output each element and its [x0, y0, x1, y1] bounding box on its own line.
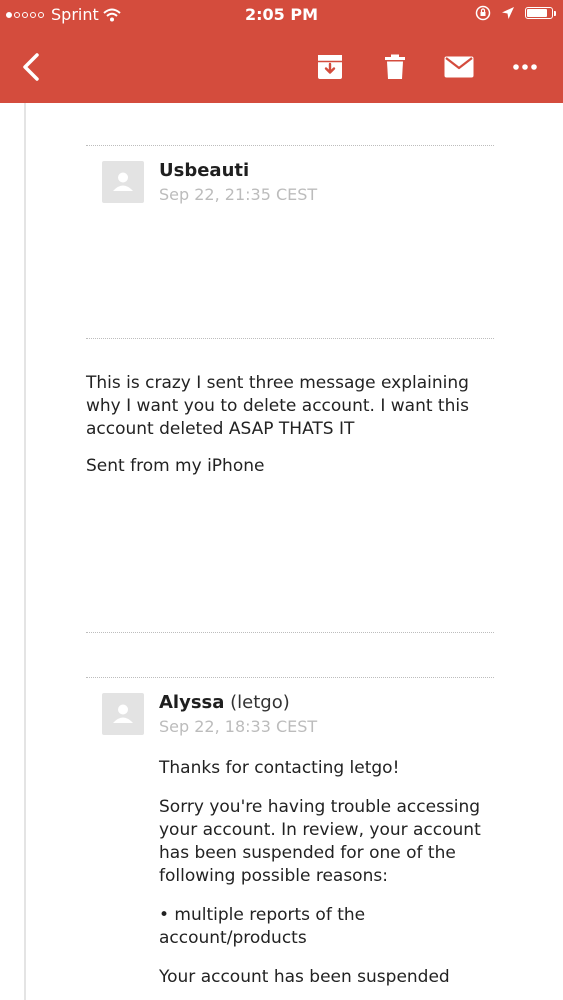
sender-name: Alyssa (letgo)	[159, 692, 290, 713]
message-date: Sep 22, 18:33 CEST	[159, 717, 318, 736]
sender-name-text: Alyssa	[159, 692, 225, 713]
body-paragraph: Thanks for contacting letgo!	[159, 758, 400, 778]
app-header: Sprint 2:05 PM	[0, 0, 563, 103]
body-paragraph: Sent from my iPhone	[86, 456, 265, 476]
rotation-lock-icon	[475, 5, 491, 21]
message-body: This is crazy I sent three message expla…	[86, 372, 496, 478]
mark-unread-button[interactable]	[441, 50, 477, 84]
sender-name-text: Usbeauti	[159, 160, 250, 181]
message-separator	[86, 677, 494, 678]
avatar	[102, 693, 144, 735]
message-toolbar	[0, 40, 563, 95]
thread-line	[24, 103, 26, 1000]
chevron-left-icon	[23, 53, 39, 81]
location-icon	[502, 7, 514, 19]
back-button[interactable]	[18, 50, 46, 84]
message-body: Thanks for contacting letgo! Sorry you'r…	[159, 757, 489, 989]
battery-icon	[525, 7, 556, 19]
more-icon	[513, 64, 537, 70]
status-bar: Sprint 2:05 PM	[0, 0, 563, 30]
delete-button[interactable]	[377, 50, 413, 84]
body-paragraph: Sorry you're having trouble accessing yo…	[159, 797, 481, 886]
battery-level	[527, 9, 548, 17]
body-paragraph: • multiple reports of the account/produc…	[159, 905, 366, 948]
avatar-person-icon	[113, 172, 133, 191]
message-separator	[86, 145, 494, 146]
archive-button[interactable]	[312, 50, 348, 84]
avatar	[102, 161, 144, 203]
archive-icon	[318, 55, 342, 79]
body-paragraph: This is crazy I sent three message expla…	[86, 373, 469, 439]
sender-name: Usbeauti	[159, 160, 249, 181]
body-paragraph: Your account has been suspended	[159, 967, 450, 987]
avatar-person-icon	[113, 704, 133, 723]
more-button[interactable]	[507, 50, 543, 84]
message-separator	[86, 338, 494, 339]
mail-icon	[444, 56, 474, 78]
sender-org: (letgo)	[230, 692, 290, 713]
trash-icon	[385, 54, 405, 79]
status-right	[475, 5, 556, 21]
message-separator	[86, 632, 494, 633]
message-date: Sep 22, 21:35 CEST	[159, 185, 318, 204]
